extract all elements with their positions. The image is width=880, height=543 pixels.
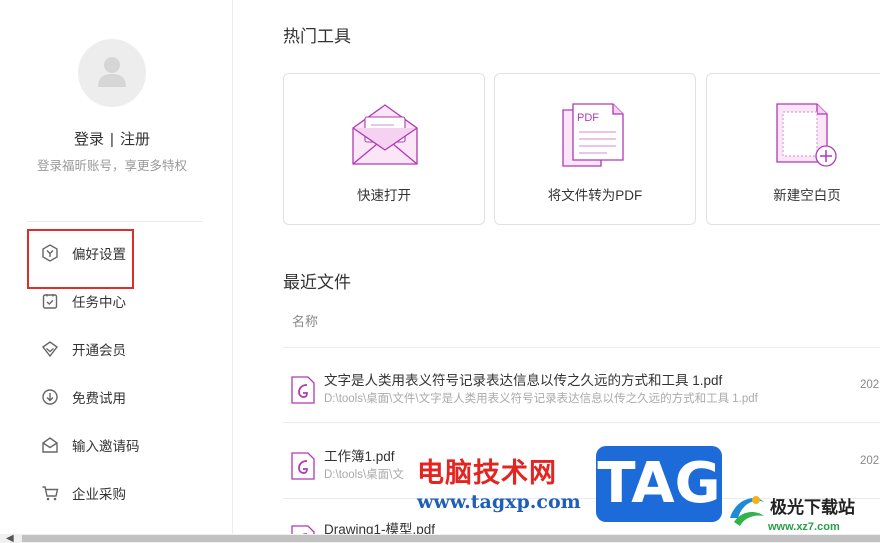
tool-card-convert-to-pdf[interactable]: PDF 将文件转为PDF [494, 73, 696, 225]
pdf-file-icon [291, 376, 315, 404]
sidebar-item-label: 输入邀请码 [72, 439, 140, 454]
task-center-icon [40, 291, 60, 311]
sidebar-item-label: 开通会员 [72, 343, 126, 358]
file-date: 202 [860, 379, 880, 391]
sidebar-item-label: 免费试用 [72, 391, 126, 406]
login-register-row: 登录 | 注册 [0, 128, 224, 149]
hot-tools-title: 热门工具 [283, 27, 351, 46]
file-row[interactable]: 工作簿1.pdf D:\tools\桌面\文 202 [283, 438, 880, 494]
new-blank-page-icon [773, 100, 843, 170]
sidebar: 登录 | 注册 登录福昕账号，享更多特权 偏好设置 任务中心 开通会员 免费试用… [0, 0, 233, 543]
pdf-file-icon [291, 452, 315, 480]
file-date: 202 [860, 455, 880, 467]
login-link[interactable]: 登录 [70, 131, 108, 148]
tool-label: 新建空白页 [773, 188, 841, 203]
free-trial-icon [40, 387, 60, 407]
recent-files-title: 最近文件 [283, 273, 351, 292]
login-separator: | [110, 131, 114, 148]
file-name: 工作簿1.pdf [324, 449, 395, 464]
convert-to-pdf-icon: PDF [561, 100, 631, 170]
login-tip: 登录福昕账号，享更多特权 [36, 159, 187, 173]
sidebar-item-label: 任务中心 [72, 295, 126, 310]
highlight-annotation-box [27, 229, 134, 289]
row-divider [283, 422, 880, 423]
sidebar-item-enterprise-purchase[interactable]: 企业采购 [40, 471, 210, 515]
tool-card-quick-open[interactable]: 快速打开 [283, 73, 485, 225]
file-name: 文字是人类用表义符号记录表达信息以传之久远的方式和工具 1.pdf [324, 373, 723, 388]
avatar[interactable] [78, 39, 146, 107]
sidebar-divider [27, 221, 203, 222]
row-divider [283, 347, 880, 348]
watermark-site-name: 电脑技术网 [417, 458, 557, 489]
aurora-logo-icon [726, 488, 768, 530]
membership-icon [40, 339, 60, 359]
file-row[interactable]: 文字是人类用表义符号记录表达信息以传之久远的方式和工具 1.pdf D:\too… [283, 362, 880, 418]
sidebar-item-free-trial[interactable]: 免费试用 [40, 375, 210, 419]
watermark-logo-url: www.xz7.com [768, 521, 840, 533]
sidebar-item-label: 企业采购 [72, 487, 126, 502]
watermark-logo-name: 极光下载站 [770, 498, 855, 518]
file-path: D:\tools\桌面\文 [324, 469, 404, 481]
tool-card-new-blank-page[interactable]: 新建空白页 [706, 73, 880, 225]
tool-label: 将文件转为PDF [547, 188, 643, 203]
tool-label: 快速打开 [357, 188, 411, 203]
user-silhouette-icon [98, 57, 126, 87]
column-header-name[interactable]: 名称 [292, 311, 318, 330]
quick-open-icon [350, 100, 420, 170]
file-path: D:\tools\桌面\文件\文字是人类用表义符号记录表达信息以传之久远的方式和… [324, 393, 758, 405]
sidebar-item-membership[interactable]: 开通会员 [40, 327, 210, 371]
invite-code-icon [40, 435, 60, 455]
watermark-tag-logo: TAG [596, 446, 722, 522]
scrollbar-thumb[interactable] [22, 535, 880, 542]
horizontal-scrollbar[interactable]: ◀ [0, 533, 880, 543]
sidebar-item-invite-code[interactable]: 输入邀请码 [40, 423, 210, 467]
scroll-left-icon[interactable]: ◀ [6, 533, 14, 543]
watermark-site-url: www.tagxp.com [417, 491, 581, 513]
enterprise-purchase-icon [40, 483, 60, 503]
register-link[interactable]: 注册 [116, 131, 154, 148]
svg-text:PDF: PDF [577, 112, 599, 124]
